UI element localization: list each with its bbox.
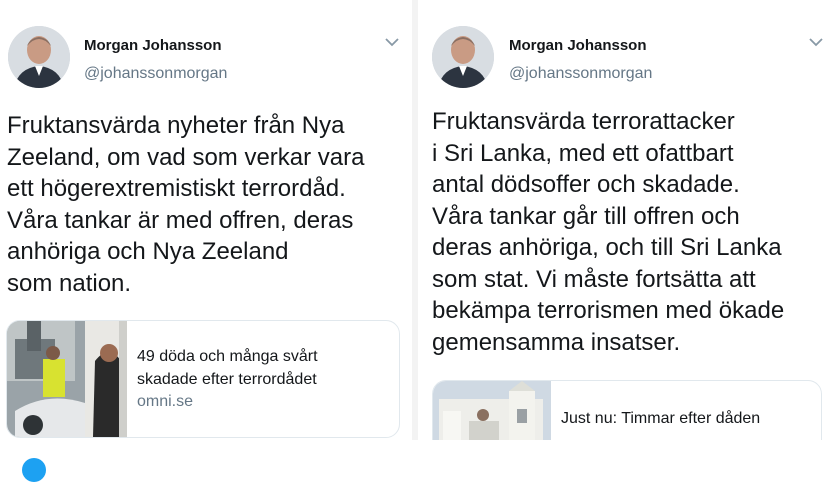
tweet-text: Fruktansvärda nyheter från Nya Zeeland, … xyxy=(7,112,365,297)
divider xyxy=(412,0,418,468)
author-name[interactable]: Morgan Johansson xyxy=(84,37,222,54)
author-handle[interactable]: @johanssonmorgan xyxy=(509,65,652,83)
link-card[interactable]: 49 döda och många svårt skadade efter te… xyxy=(6,320,400,438)
author-name[interactable]: Morgan Johansson xyxy=(509,37,647,54)
card-domain: omni.se xyxy=(137,393,194,410)
card-title: 49 döda och många svårt skadade efter te… xyxy=(137,348,318,388)
chevron-down-icon[interactable] xyxy=(384,36,400,48)
blue-circle-icon xyxy=(22,458,46,482)
chevron-down-icon[interactable] xyxy=(808,36,824,48)
card-image xyxy=(7,321,127,437)
link-card[interactable]: Just nu: Timmar efter dåden xyxy=(432,380,822,440)
avatar-photo xyxy=(432,26,494,88)
bottom-bar xyxy=(0,440,828,468)
card-image xyxy=(433,381,551,440)
avatar[interactable] xyxy=(8,26,70,88)
card-title: Just nu: Timmar efter dåden xyxy=(561,410,761,427)
author-handle[interactable]: @johanssonmorgan xyxy=(84,65,227,83)
avatar-photo xyxy=(8,26,70,88)
tweet-left: Morgan Johansson @johanssonmorgan Frukta… xyxy=(0,0,410,440)
avatar[interactable] xyxy=(432,26,494,88)
tweet-right: Morgan Johansson @johanssonmorgan Frukta… xyxy=(420,0,828,440)
tweet-text: Fruktansvärda terrorattacker i Sri Lanka… xyxy=(432,108,785,356)
